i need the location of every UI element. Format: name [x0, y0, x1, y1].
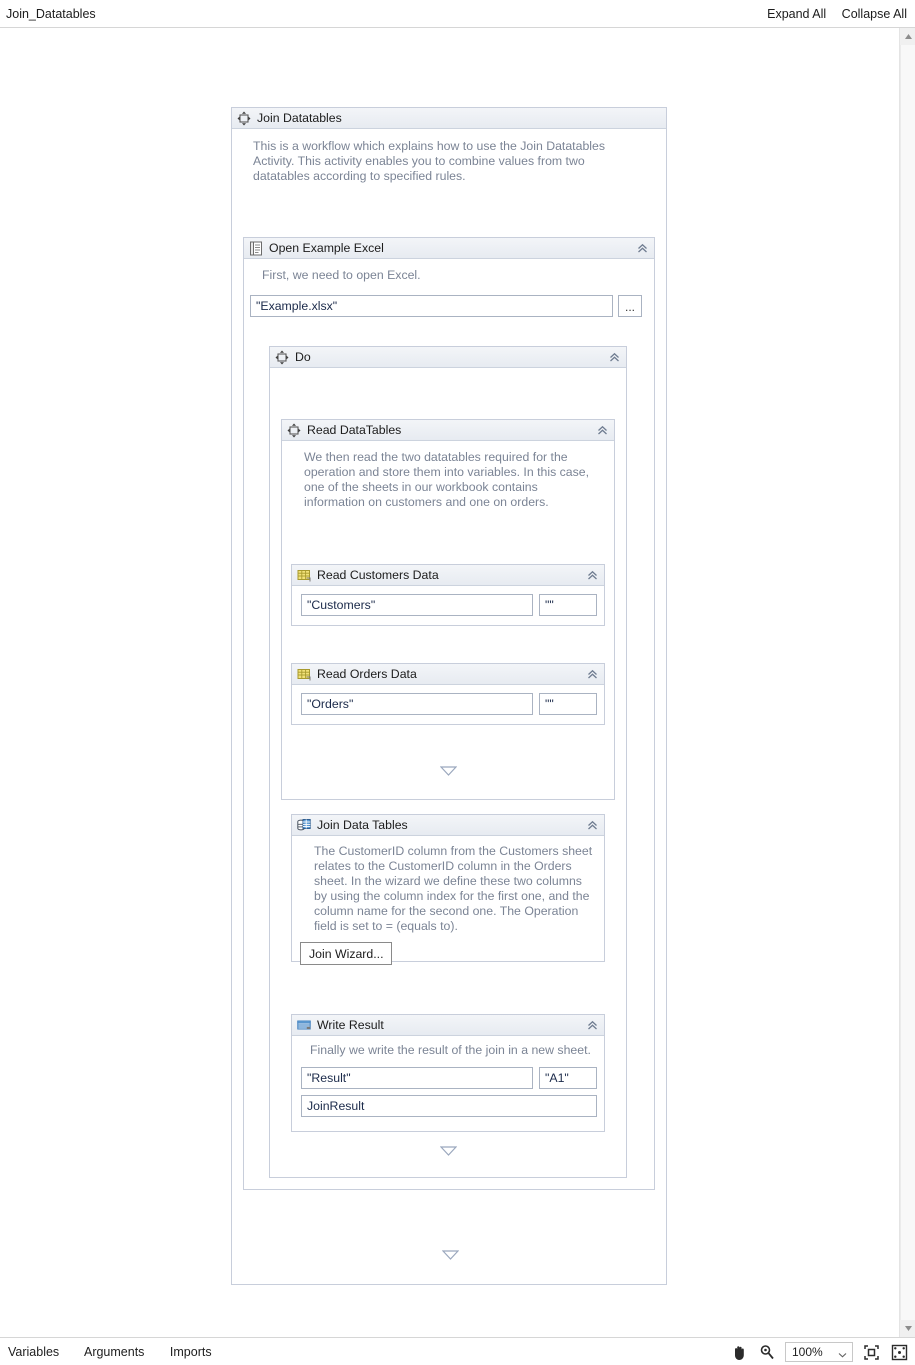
connector-read-datatables-bottom[interactable] — [282, 760, 614, 782]
connector-root-bottom[interactable] — [232, 1244, 668, 1266]
down-triangle-connector-icon — [439, 1146, 457, 1156]
breadcrumb[interactable]: Join_Datatables — [6, 7, 96, 21]
workbook-path-input[interactable]: "Example.xlsx" — [250, 295, 613, 317]
collapse-button-do[interactable] — [606, 349, 622, 365]
connector-do-bottom[interactable] — [270, 1140, 626, 1162]
annotation-write-result: Finally we write the result of the join … — [310, 1043, 591, 1057]
top-toolbar: Join_Datatables Expand All Collapse All — [0, 0, 915, 28]
zoom-level-value: 100% — [792, 1345, 823, 1359]
activity-title-join-data-tables: Join Data Tables — [317, 818, 408, 832]
topbar-actions: Expand All Collapse All — [755, 7, 907, 21]
collapse-button-join-data-tables[interactable] — [584, 817, 600, 833]
write-result-startingcell-input[interactable]: "A1" — [539, 1067, 597, 1089]
activity-header-join-data-tables[interactable]: Join Data Tables — [292, 815, 604, 836]
collapse-button-read-datatables[interactable] — [594, 422, 610, 438]
activity-title-read-orders: Read Orders Data — [317, 667, 417, 681]
annotation-open-excel: First, we need to open Excel. — [262, 268, 421, 282]
scroll-up-button[interactable] — [900, 28, 915, 45]
activity-title-root: Join Datatables — [257, 111, 342, 125]
read-range-icon — [297, 667, 311, 682]
pan-hand-icon[interactable] — [729, 1342, 749, 1362]
expand-all-button[interactable]: Expand All — [767, 7, 826, 21]
collapse-button-read-orders[interactable] — [584, 666, 600, 682]
fit-to-screen-icon[interactable] — [861, 1342, 881, 1362]
activity-title-do: Do — [295, 350, 311, 364]
activity-title-read-datatables: Read DataTables — [307, 423, 402, 437]
chevron-double-up-icon — [587, 1020, 597, 1029]
collapse-button-open-excel[interactable] — [634, 240, 650, 256]
chevron-double-up-icon — [637, 243, 647, 252]
scroll-up-arrow-icon — [904, 34, 912, 39]
collapse-all-button[interactable]: Collapse All — [842, 7, 907, 21]
status-bar: Variables Arguments Imports 100% — [0, 1337, 915, 1365]
write-range-icon — [297, 1018, 311, 1033]
sequence-icon — [237, 111, 251, 126]
zoom-level-select[interactable]: 100% — [785, 1342, 853, 1362]
activity-title-write-result: Write Result — [317, 1018, 384, 1032]
join-wizard-row: Join Wizard... — [292, 934, 604, 965]
activity-header-open-excel[interactable]: Open Example Excel — [244, 238, 654, 259]
activity-title-read-customers: Read Customers Data — [317, 568, 439, 582]
activity-body-root: This is a workflow which explains how to… — [232, 129, 666, 184]
workflow-canvas[interactable]: Join Datatables This is a workflow which… — [0, 28, 899, 1337]
activity-join-data-tables[interactable]: Join Data Tables The CustomerID column f… — [291, 814, 605, 965]
chevron-double-up-icon — [609, 352, 619, 361]
collapse-button-read-customers[interactable] — [584, 567, 600, 583]
write-result-datatable-input[interactable]: JoinResult — [301, 1095, 597, 1117]
imports-panel-button[interactable]: Imports — [170, 1345, 212, 1359]
activity-header-read-datatables[interactable]: Read DataTables — [282, 420, 614, 441]
status-bar-panels: Variables Arguments Imports — [8, 1345, 234, 1359]
chevron-double-up-icon — [597, 425, 607, 434]
read-range-icon — [297, 568, 311, 583]
down-triangle-connector-icon — [439, 766, 457, 776]
annotation-read-datatables: We then read the two datatables required… — [304, 450, 590, 509]
activity-header-read-orders[interactable]: Read Orders Data — [292, 664, 604, 685]
overview-map-icon[interactable] — [889, 1342, 909, 1362]
read-customers-range-input[interactable]: "" — [539, 594, 597, 616]
activity-body-open-excel: First, we need to open Excel. "Example.x… — [244, 259, 654, 317]
workbook-path-row: "Example.xlsx" ... — [244, 283, 654, 317]
activity-body-join-data-tables: The CustomerID column from the Customers… — [292, 836, 604, 965]
magnifier-icon[interactable] — [757, 1342, 777, 1362]
arguments-panel-button[interactable]: Arguments — [84, 1345, 144, 1359]
activity-header-write-result[interactable]: Write Result — [292, 1015, 604, 1036]
sequence-icon — [287, 423, 301, 438]
scroll-down-arrow-icon — [904, 1326, 912, 1331]
chevron-double-up-icon — [587, 820, 597, 829]
scrollbar-track[interactable] — [900, 45, 915, 1320]
browse-workbook-button[interactable]: ... — [618, 295, 642, 317]
annotation-join-data-tables: The CustomerID column from the Customers… — [314, 844, 593, 933]
activity-header-do[interactable]: Do — [270, 347, 626, 368]
activity-body-read-customers: "Customers" "" — [292, 586, 604, 616]
activity-write-result[interactable]: Write Result Finally we write the result… — [291, 1014, 605, 1132]
write-result-sheetname-input[interactable]: "Result" — [301, 1067, 533, 1089]
scroll-down-button[interactable] — [900, 1320, 915, 1337]
activity-body-read-orders: "Orders" "" — [292, 685, 604, 715]
read-customers-sheetname-input[interactable]: "Customers" — [301, 594, 533, 616]
join-datatable-icon — [297, 818, 311, 833]
chevron-double-up-icon — [587, 669, 597, 678]
read-orders-range-input[interactable]: "" — [539, 693, 597, 715]
write-result-row-2: JoinResult — [292, 1089, 604, 1117]
sequence-icon — [275, 350, 289, 365]
activity-header-root[interactable]: Join Datatables — [232, 108, 666, 129]
annotation-root: This is a workflow which explains how to… — [253, 139, 605, 183]
read-orders-sheetname-input[interactable]: "Orders" — [301, 693, 533, 715]
activity-header-read-customers[interactable]: Read Customers Data — [292, 565, 604, 586]
chevron-double-up-icon — [587, 570, 597, 579]
activity-body-read-datatables: We then read the two datatables required… — [282, 441, 614, 510]
chevron-down-icon[interactable] — [838, 1347, 847, 1361]
collapse-button-write-result[interactable] — [584, 1017, 600, 1033]
status-bar-tools: 100% — [729, 1342, 909, 1362]
join-wizard-button[interactable]: Join Wizard... — [300, 942, 393, 965]
variables-panel-button[interactable]: Variables — [8, 1345, 59, 1359]
write-result-row-1: "Result" "A1" — [292, 1058, 604, 1089]
activity-title-open-excel: Open Example Excel — [269, 241, 384, 255]
excel-application-scope-icon — [249, 241, 263, 256]
activity-read-orders-data[interactable]: Read Orders Data "Orders" "" — [291, 663, 605, 725]
vertical-scrollbar[interactable] — [899, 28, 915, 1337]
activity-body-write-result: Finally we write the result of the join … — [292, 1036, 604, 1117]
activity-read-customers-data[interactable]: Read Customers Data "Customers" "" — [291, 564, 605, 626]
down-triangle-connector-icon — [441, 1250, 459, 1260]
